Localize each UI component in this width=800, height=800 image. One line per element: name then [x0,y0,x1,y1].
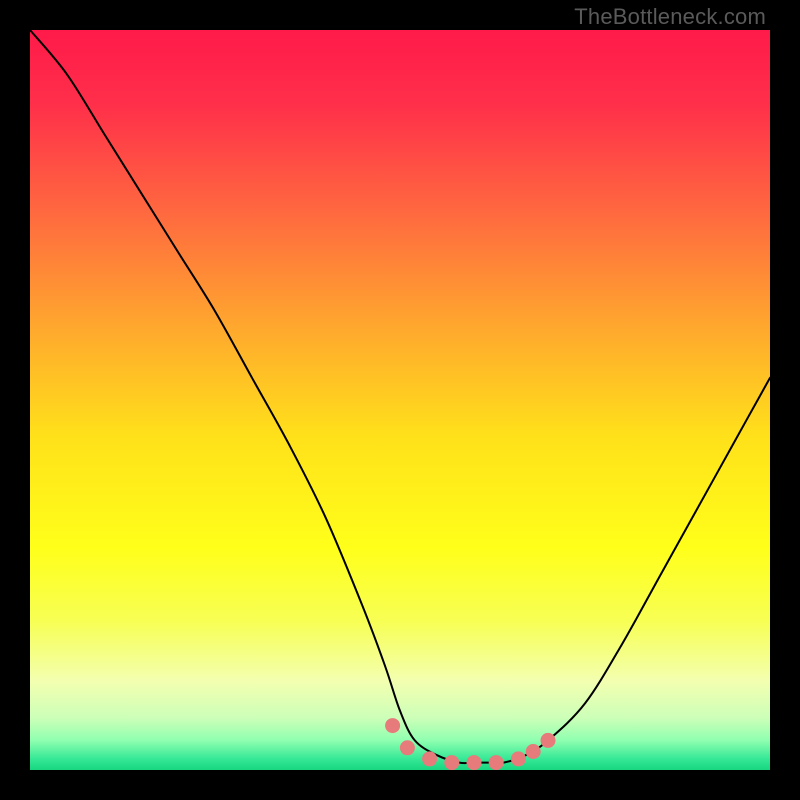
bottleneck-curve [30,30,770,763]
marker-dot [541,733,556,748]
marker-dot [444,755,459,770]
marker-dot [511,751,526,766]
flat-region-markers [385,718,555,770]
curve-layer [30,30,770,770]
marker-dot [489,755,504,770]
watermark-label: TheBottleneck.com [574,4,766,30]
marker-dot [467,755,482,770]
marker-dot [526,744,541,759]
plot-area [30,30,770,770]
chart-frame: TheBottleneck.com [0,0,800,800]
marker-dot [400,740,415,755]
marker-dot [422,751,437,766]
marker-dot [385,718,400,733]
